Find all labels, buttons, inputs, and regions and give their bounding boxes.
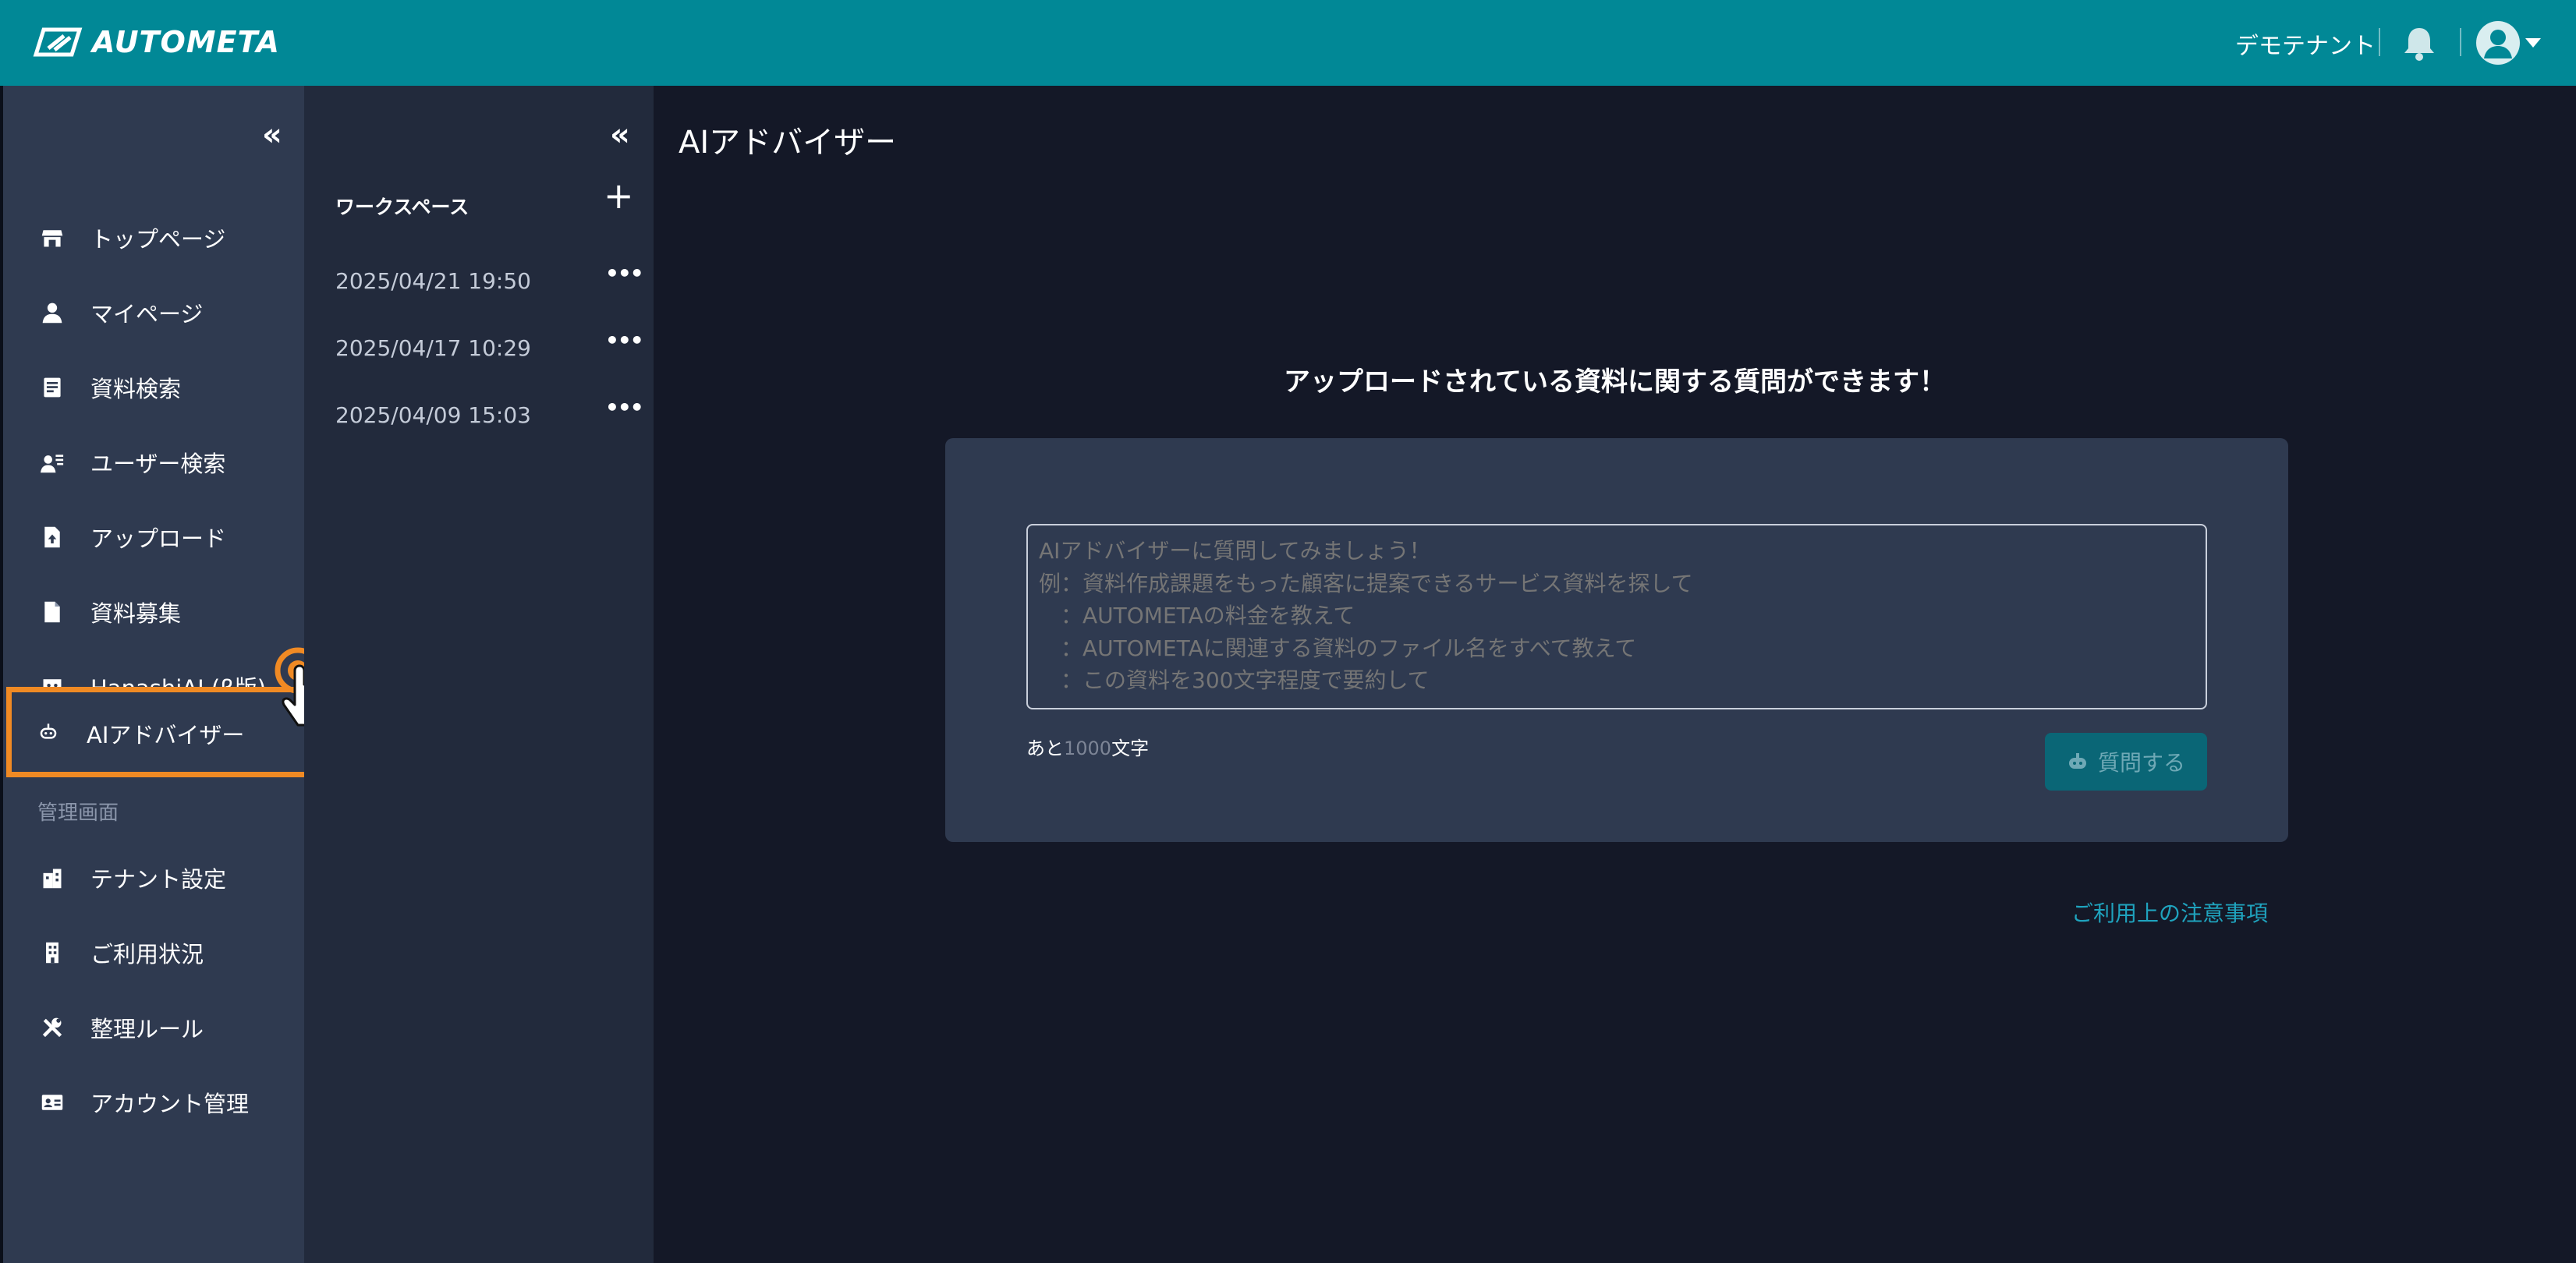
ask-button-label: 質問する (2097, 751, 2185, 775)
workspace-item[interactable]: 2025/04/21 19:50 (335, 268, 531, 294)
divider (2460, 28, 2461, 56)
question-input[interactable] (1026, 524, 2207, 709)
robot-icon (2068, 753, 2086, 769)
sidebar-item-ai-advisor[interactable]: AIアドバイザー (6, 687, 314, 777)
store-icon (39, 225, 66, 251)
top-bar: AUTOMETA デモテナント (0, 0, 2576, 86)
sidebar-item-label: ユーザー検索 (90, 451, 226, 477)
more-options-button[interactable]: ••• (605, 260, 644, 286)
sidebar-item-label: テナント設定 (90, 866, 227, 893)
document-search-icon (39, 374, 66, 401)
usage-notice-link[interactable]: ご利用上の注意事項 (2071, 897, 2268, 928)
sidebar-item-label: 資料検索 (90, 376, 182, 402)
workspace-collapse-button[interactable]: « (610, 117, 630, 153)
sidebar-item-my-page[interactable]: マイページ (3, 281, 304, 344)
person-icon (39, 299, 66, 326)
tools-icon (39, 1014, 66, 1041)
page-title: AIアドバイザー (679, 125, 897, 161)
chevron-down-icon[interactable] (2524, 36, 2542, 50)
user-search-icon (39, 449, 66, 476)
sidebar-item-label: アカウント管理 (90, 1091, 250, 1117)
workspace-item[interactable]: 2025/04/09 15:03 (335, 402, 531, 428)
add-workspace-button[interactable]: + (604, 178, 634, 214)
file-icon (39, 599, 66, 625)
question-card: あと1000文字 質問する (945, 438, 2288, 842)
brand-logo[interactable]: AUTOMETA (33, 20, 280, 64)
file-upload-icon (39, 524, 66, 550)
sidebar-item-organize-rules[interactable]: 整理ルール (3, 996, 304, 1059)
sidebar-item-label: アップロード (90, 525, 227, 552)
sidebar-item-tenant-settings[interactable]: テナント設定 (3, 847, 304, 909)
sidebar-item-upload[interactable]: アップロード (3, 506, 304, 568)
building-icon (39, 939, 66, 966)
tenant-name[interactable]: デモテナント (2235, 27, 2376, 61)
sidebar-collapse-button[interactable]: « (262, 117, 282, 153)
user-avatar-icon[interactable] (2476, 21, 2520, 65)
admin-section-label: 管理画面 (37, 801, 119, 825)
robot-icon (35, 719, 62, 745)
sidebar-item-usage-status[interactable]: ご利用状況 (3, 922, 304, 984)
more-options-button[interactable]: ••• (605, 394, 644, 420)
sidebar-item-top-page[interactable]: トップページ (3, 207, 304, 269)
sidebar-item-document-request[interactable]: 資料募集 (3, 581, 304, 643)
sidebar-item-label: 資料募集 (90, 600, 182, 627)
ask-button[interactable]: 質問する (2045, 733, 2207, 791)
sidebar: « トップページ マイページ 資料検索 ユーザー検索 アップロード 資料募集 A… (0, 86, 314, 1263)
brand-name: AUTOMETA (92, 25, 280, 59)
workspace-panel: « ワークスペース + 2025/04/21 19:50 ••• 2025/04… (304, 86, 654, 1263)
sidebar-item-user-search[interactable]: ユーザー検索 (3, 431, 304, 494)
sidebar-item-label: AIアドバイザー (87, 722, 245, 748)
more-options-button[interactable]: ••• (605, 327, 644, 353)
character-counter: あと1000文字 (1026, 738, 1150, 759)
sidebar-item-label: マイページ (90, 301, 204, 327)
sidebar-item-label: トップページ (90, 226, 226, 253)
building-settings-icon (39, 865, 66, 891)
workspace-title: ワークスペース (335, 196, 469, 218)
id-card-icon (39, 1089, 66, 1116)
section-heading: アップロードされている資料に関する質問ができます！ (1284, 366, 1946, 398)
sidebar-item-account-management[interactable]: アカウント管理 (3, 1071, 304, 1134)
workspace-item[interactable]: 2025/04/17 10:29 (335, 335, 531, 361)
main-content: AIアドバイザー アップロードされている資料に関する質問ができます！ あと100… (654, 86, 2576, 1263)
sidebar-item-label: 整理ルール (90, 1016, 204, 1042)
bell-icon[interactable] (2402, 25, 2436, 61)
divider (2379, 28, 2380, 56)
sidebar-item-document-search[interactable]: 資料検索 (3, 356, 304, 419)
sidebar-item-label: ご利用状況 (90, 941, 204, 968)
logo-icon (33, 27, 83, 57)
